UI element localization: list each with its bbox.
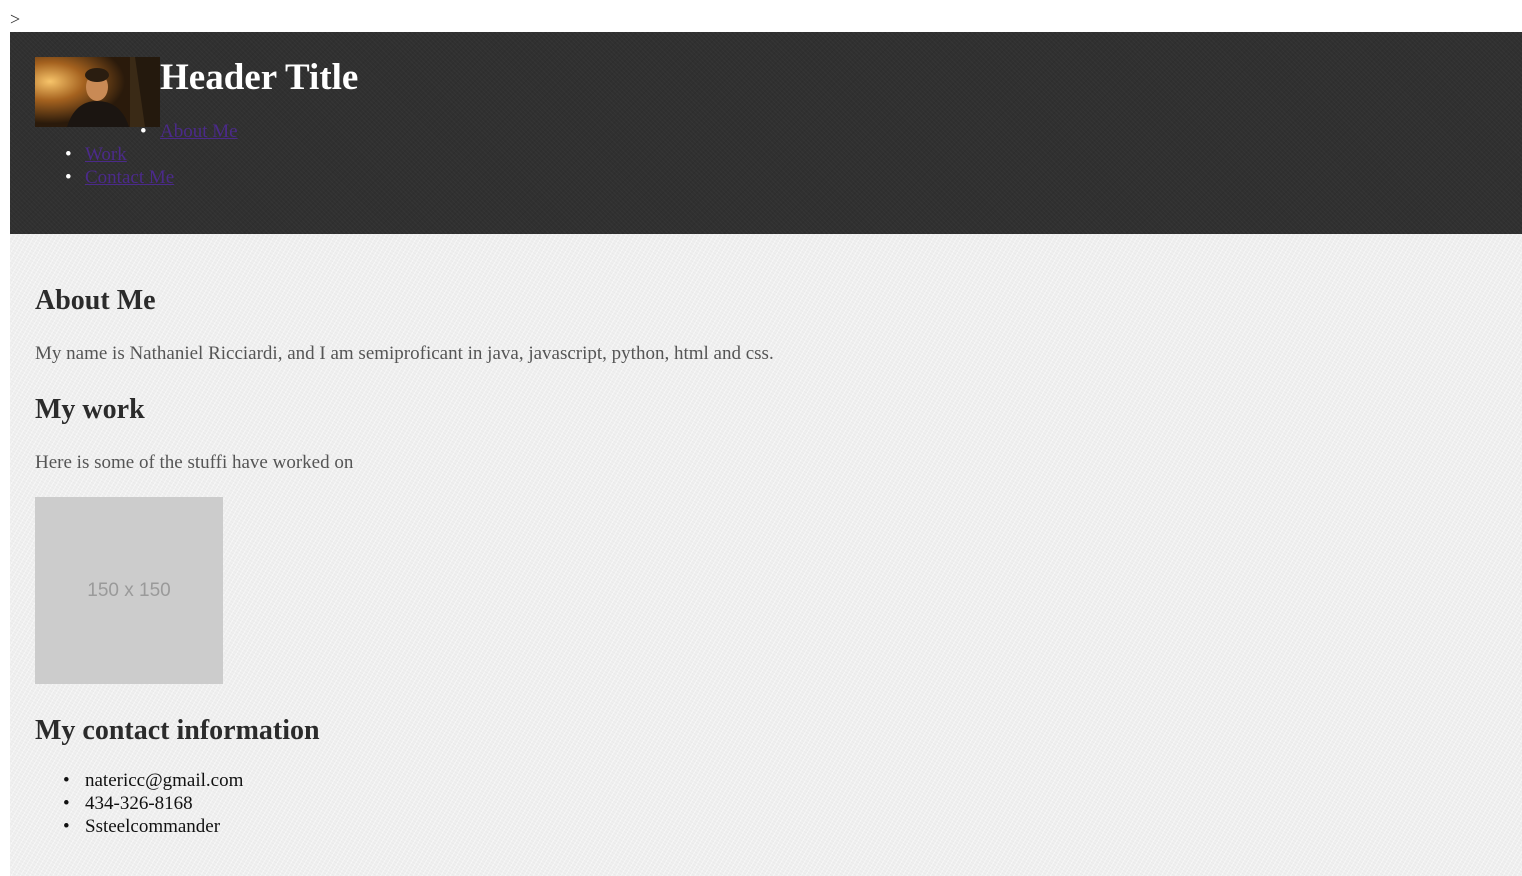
bullet: • <box>140 121 147 142</box>
contact-email: • natericc@gmail.com <box>35 769 243 792</box>
work-image-placeholder: 150 x 150 <box>35 497 223 684</box>
placeholder-label: 150 x 150 <box>87 579 171 601</box>
nav-item-work: • Work <box>65 143 127 166</box>
avatar <box>35 57 160 127</box>
nav-item-about-me: • About Me <box>140 120 238 143</box>
bullet: • <box>63 816 70 837</box>
page: Header Title • About Me • Work • Contact… <box>10 32 1522 876</box>
main-content: About Me My name is Nathaniel Ricciardi,… <box>10 234 1522 876</box>
nav-link-contact-me[interactable]: Contact Me <box>85 167 174 188</box>
work-text: Here is some of the stuffi have worked o… <box>35 452 354 473</box>
about-heading: About Me <box>35 285 156 316</box>
contact-username: • Ssteelcommander <box>35 815 243 838</box>
nav-link-about-me[interactable]: About Me <box>160 121 238 142</box>
contact-heading: My contact information <box>35 715 320 746</box>
bullet: • <box>63 770 70 791</box>
contact-phone: • 434-326-8168 <box>35 792 243 815</box>
contact-email-text: natericc@gmail.com <box>85 770 244 791</box>
nav-link-work[interactable]: Work <box>85 144 127 165</box>
contact-username-text: Ssteelcommander <box>85 816 221 837</box>
work-heading: My work <box>35 394 145 425</box>
nav-item-contact-me: • Contact Me <box>65 166 174 189</box>
contact-phone-text: 434-326-8168 <box>85 793 193 814</box>
stray-text: > <box>10 9 21 29</box>
contact-list: • natericc@gmail.com • 434-326-8168 • Ss… <box>35 769 243 838</box>
bullet: • <box>65 167 72 188</box>
header-title: Header Title <box>160 57 359 98</box>
site-header: Header Title • About Me • Work • Contact… <box>10 32 1522 234</box>
about-text: My name is Nathaniel Ricciardi, and I am… <box>35 343 774 364</box>
bullet: • <box>65 144 72 165</box>
bullet: • <box>63 793 70 814</box>
avatar-photo <box>35 57 160 127</box>
